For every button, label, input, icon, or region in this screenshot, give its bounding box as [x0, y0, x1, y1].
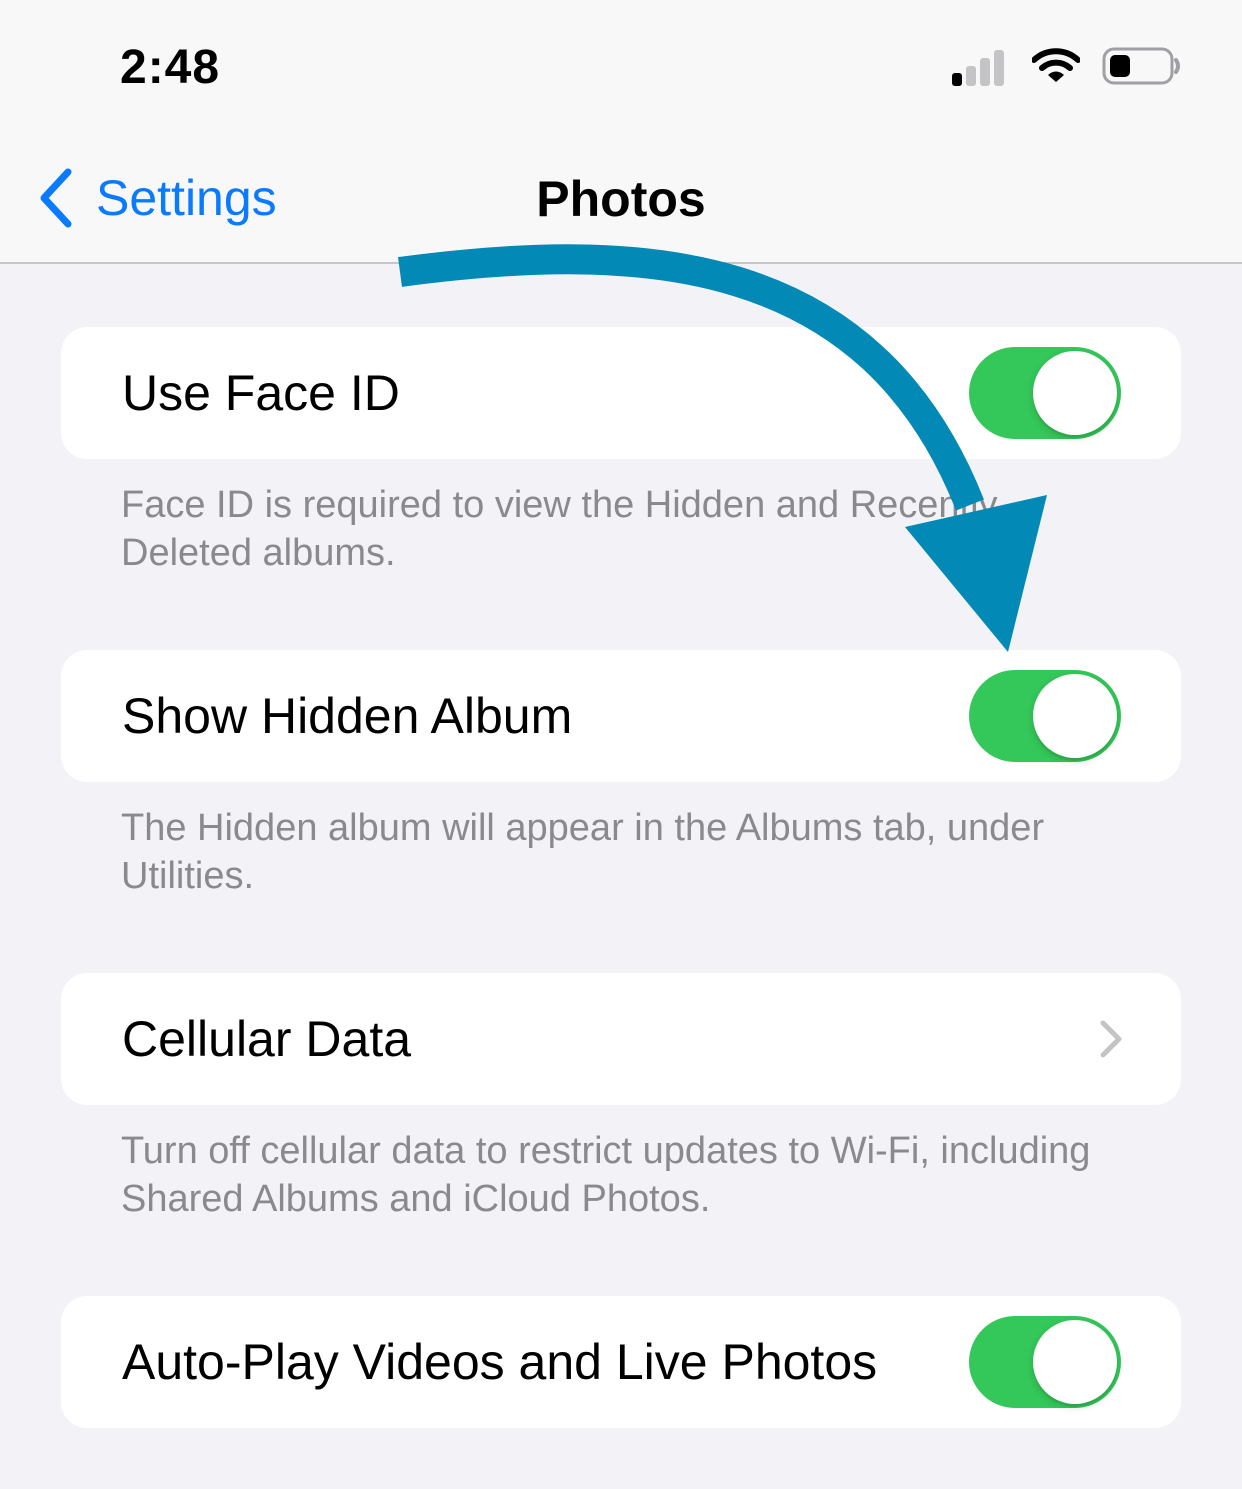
status-time: 2:48: [120, 41, 221, 94]
cellular-data-cell[interactable]: Cellular Data: [61, 973, 1181, 1105]
battery-icon: [1102, 46, 1182, 91]
use-face-id-cell: Use Face ID: [61, 327, 1181, 459]
cellular-signal-icon: [952, 50, 1008, 86]
chevron-right-icon: [1100, 1020, 1122, 1058]
show-hidden-album-footer: The Hidden album will appear in the Albu…: [121, 807, 1045, 897]
auto-play-cell: Auto-Play Videos and Live Photos: [61, 1296, 1181, 1428]
auto-play-label: Auto-Play Videos and Live Photos: [122, 1334, 878, 1390]
show-hidden-album-label: Show Hidden Album: [122, 688, 573, 744]
use-face-id-footer: Face ID is required to view the Hidden a…: [121, 484, 998, 574]
cellular-data-label: Cellular Data: [122, 1011, 412, 1067]
toggle-knob: [1033, 674, 1117, 758]
auto-play-toggle[interactable]: [969, 1316, 1121, 1408]
show-hidden-album-toggle[interactable]: [969, 670, 1121, 762]
toggle-knob: [1033, 1320, 1117, 1404]
status-icons: [952, 46, 1182, 90]
top-bar: 2:48 Settings Photos: [0, 0, 1242, 264]
wifi-icon: [1031, 47, 1081, 89]
use-face-id-toggle[interactable]: [969, 347, 1121, 439]
cellular-data-footer: Turn off cellular data to restrict updat…: [121, 1130, 1091, 1220]
use-face-id-label: Use Face ID: [122, 365, 400, 421]
show-hidden-album-cell: Show Hidden Album: [61, 650, 1181, 782]
toggle-knob: [1033, 351, 1117, 435]
page-title: Photos: [536, 171, 706, 227]
